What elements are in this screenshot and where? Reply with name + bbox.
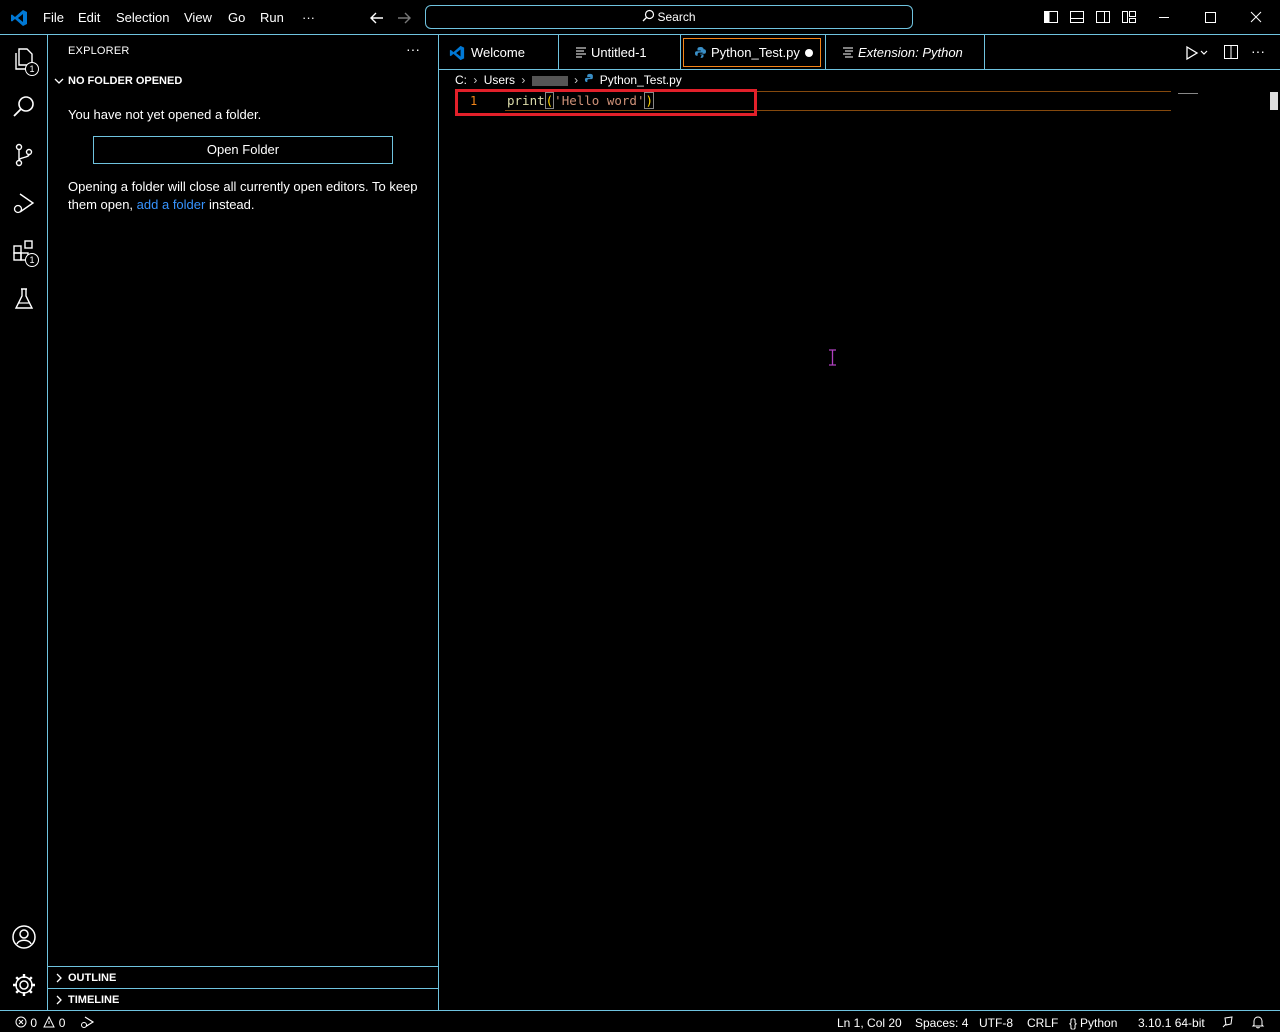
menu-go[interactable]: Go (228, 0, 245, 35)
split-editor-icon[interactable] (1223, 44, 1239, 63)
back-arrow-icon[interactable] (368, 9, 386, 27)
breadcrumb-file[interactable]: Python_Test.py (600, 73, 682, 87)
vscode-logo-icon (449, 45, 465, 64)
unsaved-dot-icon[interactable] (805, 49, 813, 57)
tab-python-test[interactable]: Python_Test.py (683, 38, 821, 67)
chevron-right-icon: › (574, 73, 579, 87)
editor-tab-bar: Welcome Untitled-1 Python_Test.py Extens… (439, 35, 1280, 70)
minimize-icon[interactable] (1141, 0, 1187, 35)
open-folder-button[interactable]: Open Folder (93, 136, 393, 164)
explorer-icon[interactable]: 1 (0, 35, 48, 83)
breadcrumb: C: › Users › › Python_Test.py (455, 73, 682, 89)
indentation[interactable]: Spaces: 4 (915, 1015, 968, 1031)
maximize-icon[interactable] (1187, 0, 1233, 35)
breadcrumb-drive[interactable]: C: (455, 73, 467, 87)
extensions-icon[interactable]: 1 (0, 227, 48, 275)
manage-gear-icon[interactable] (0, 961, 48, 1009)
tab-untitled-1[interactable]: Untitled-1 (559, 35, 681, 70)
toggle-secondary-sidebar-icon[interactable] (1095, 9, 1111, 25)
cursor-position[interactable]: Ln 1, Col 20 (837, 1015, 902, 1031)
extensions-badge: 1 (25, 253, 39, 267)
explorer-badge: 1 (25, 62, 39, 76)
activity-bar: 1 1 (0, 35, 48, 1010)
end-of-line[interactable]: CRLF (1027, 1015, 1058, 1031)
extension-page-icon (842, 46, 854, 61)
source-control-icon[interactable] (0, 131, 48, 179)
explorer-sidebar: EXPLORER ··· NO FOLDER OPENED You have n… (48, 35, 439, 1010)
chevron-right-icon: › (473, 73, 478, 87)
feedback-icon[interactable] (1221, 1015, 1235, 1031)
timeline-section-header[interactable]: TIMELINE (48, 988, 438, 1010)
close-icon[interactable] (1233, 0, 1279, 35)
forward-arrow-icon[interactable] (395, 9, 413, 27)
tab-welcome[interactable]: Welcome (439, 35, 559, 70)
search-icon (642, 7, 655, 29)
toggle-primary-sidebar-icon[interactable] (1043, 9, 1059, 25)
outline-section-header[interactable]: OUTLINE (48, 966, 438, 988)
error-icon (15, 1016, 27, 1032)
add-folder-link[interactable]: add a folder (137, 197, 206, 212)
editor-scrollbar[interactable] (1270, 92, 1278, 110)
chevron-down-icon (53, 75, 65, 90)
testing-flask-icon[interactable] (0, 275, 48, 323)
opening-folder-message: Opening a folder will close all currentl… (68, 179, 418, 212)
no-folder-message: You have not yet opened a folder. (68, 107, 262, 122)
accounts-icon[interactable] (0, 913, 48, 961)
explorer-more-actions[interactable]: ··· (406, 41, 420, 57)
editor-more-actions[interactable]: ··· (1251, 43, 1265, 59)
search-view-icon[interactable] (0, 83, 48, 131)
customize-layout-icon[interactable] (1121, 9, 1137, 25)
error-count: 0 (30, 1016, 38, 1030)
status-bar: 0 0 Ln 1, Col 20 Spaces: 4 UTF-8 CRLF {}… (0, 1010, 1280, 1032)
menu-more[interactable]: ··· (302, 0, 315, 35)
debug-launch-icon[interactable] (80, 1015, 96, 1031)
python-icon (694, 46, 707, 62)
chevron-right-icon: › (521, 73, 526, 87)
braces-icon: {} (1069, 1016, 1078, 1030)
encoding[interactable]: UTF-8 (979, 1015, 1013, 1031)
no-folder-header-label: NO FOLDER OPENED (68, 75, 183, 87)
run-debug-icon[interactable] (0, 179, 48, 227)
search-label: Search (657, 10, 696, 24)
timeline-label: TIMELINE (68, 994, 120, 1006)
menu-run[interactable]: Run (260, 0, 284, 35)
tab-extension-python[interactable]: Extension: Python (825, 35, 985, 70)
vscode-logo-icon (10, 9, 28, 27)
no-folder-section-header[interactable]: NO FOLDER OPENED (48, 71, 438, 93)
chevron-right-icon (53, 972, 65, 987)
explorer-title: EXPLORER (68, 45, 130, 57)
menu-file[interactable]: File (43, 0, 64, 35)
annotation-highlight-box (455, 89, 757, 116)
menu-selection[interactable]: Selection (116, 0, 169, 35)
outline-label: OUTLINE (68, 972, 117, 984)
file-lines-icon (575, 46, 587, 61)
language-mode[interactable]: {} Python (1069, 1015, 1117, 1031)
python-icon (584, 73, 596, 88)
notifications-bell-icon[interactable] (1251, 1015, 1265, 1031)
problems-indicator[interactable]: 0 0 (15, 1015, 65, 1031)
title-bar: File Edit Selection View Go Run ··· Sear… (0, 0, 1280, 35)
menu-view[interactable]: View (184, 0, 212, 35)
python-interpreter[interactable]: 3.10.1 64-bit (1138, 1015, 1205, 1031)
toggle-panel-icon[interactable] (1069, 9, 1085, 25)
breadcrumb-users[interactable]: Users (484, 73, 515, 87)
command-center-search[interactable]: Search (425, 5, 913, 29)
warning-icon (43, 1015, 56, 1032)
run-python-file-icon[interactable] (1185, 44, 1211, 65)
text-cursor-icon (828, 349, 837, 369)
minimap[interactable] (1178, 93, 1198, 94)
redacted-username[interactable] (531, 75, 568, 86)
menu-edit[interactable]: Edit (78, 0, 100, 35)
chevron-right-icon (53, 994, 65, 1009)
warning-count: 0 (58, 1016, 66, 1030)
